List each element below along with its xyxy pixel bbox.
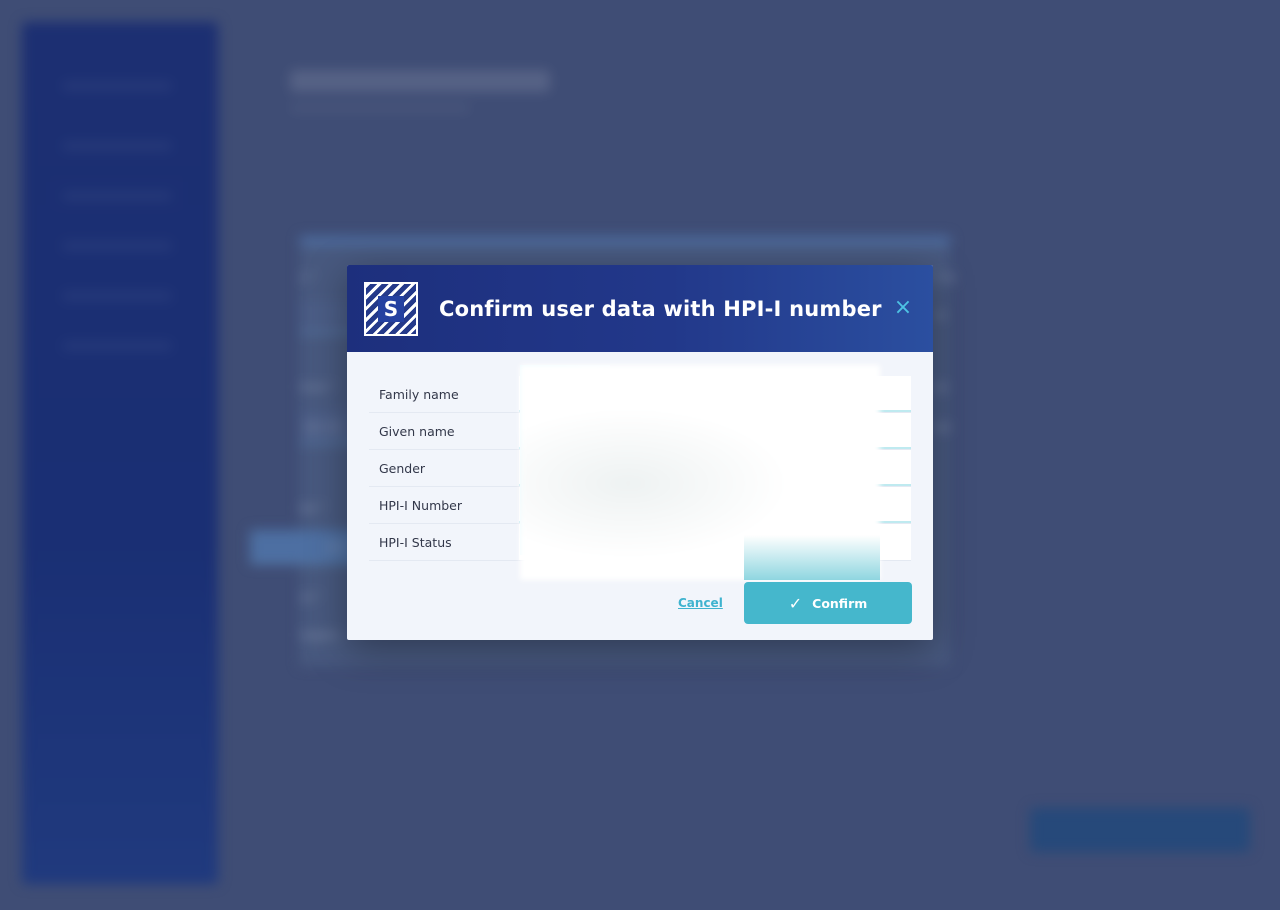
background-action-button	[1030, 808, 1250, 852]
sidebar-item	[62, 242, 172, 250]
field-label-given-name: Given name	[379, 423, 455, 439]
bg-label: Implem	[300, 628, 340, 642]
field-label-hpi-number: HPI-I Number	[379, 497, 463, 513]
bg-label: ber *	[300, 501, 326, 515]
logo-letter: S	[378, 295, 404, 322]
bg-label: de	[935, 380, 949, 394]
bg-label: on *	[300, 590, 322, 604]
field-label-family-name: Family name	[379, 386, 459, 402]
bg-label: e *	[300, 270, 315, 284]
brand-logo-icon: S	[364, 281, 418, 336]
bg-label: 321 32	[304, 420, 341, 434]
page-subtitle	[290, 104, 470, 112]
bg-label: hone *	[300, 380, 335, 394]
confirm-hpi-dialog: S Confirm user data with HPI-I number × …	[347, 265, 933, 640]
confirm-button-label: Confirm	[812, 595, 868, 611]
sidebar-item	[62, 82, 172, 90]
field-label-gender: Gender	[379, 460, 426, 476]
check-icon: ✓	[788, 593, 803, 613]
sidebar-item	[62, 192, 172, 200]
bg-label: ale	[935, 420, 952, 434]
field-label-hpi-status: HPI-I Status	[379, 534, 452, 550]
sidebar-item	[62, 142, 172, 150]
dialog-title: Confirm user data with HPI-I number	[439, 296, 882, 321]
confirm-button[interactable]: ✓ Confirm	[744, 582, 912, 624]
page-title	[290, 70, 550, 92]
dialog-header: S Confirm user data with HPI-I number ×	[347, 265, 933, 352]
cancel-button[interactable]: Cancel	[678, 596, 723, 610]
redacted-region	[744, 535, 880, 580]
close-icon[interactable]: ×	[893, 297, 913, 319]
form-card-header	[300, 236, 950, 246]
sidebar-item	[62, 342, 172, 350]
bg-label: t na	[935, 270, 956, 284]
bg-label: ivi	[935, 308, 947, 322]
bg-label: 123	[325, 540, 346, 554]
sidebar-item	[62, 292, 172, 300]
sidebar	[22, 22, 218, 884]
